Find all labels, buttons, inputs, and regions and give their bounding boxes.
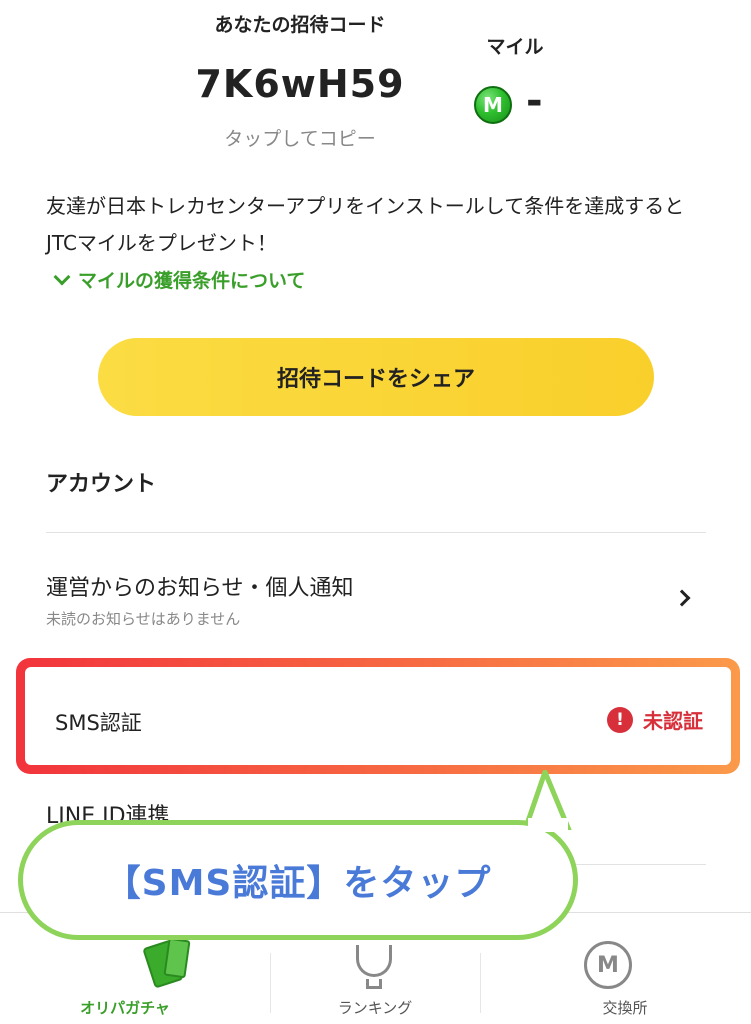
- divider: [46, 532, 706, 533]
- chevron-right-icon[interactable]: [673, 589, 691, 607]
- alert-icon: !: [607, 706, 633, 733]
- share-invite-code-button[interactable]: 招待コードをシェア: [98, 338, 654, 416]
- account-heading: アカウント: [46, 472, 157, 497]
- nav-label: ランキング: [337, 999, 413, 1017]
- invite-description: 友達が日本トレカセンターアプリをインストールして条件を達成するとJTCマイルをプ…: [46, 194, 685, 255]
- mile-value: -: [526, 78, 543, 124]
- mile-coin-icon: M: [474, 86, 512, 124]
- mile-label: マイル: [486, 36, 544, 58]
- invite-code-label: あなたの招待コード: [214, 14, 386, 36]
- trophy-base: [366, 979, 382, 989]
- mile-conditions-toggle[interactable]: マイルの獲得条件について: [53, 266, 306, 293]
- callout-text: 【SMS認証】をタップ: [104, 863, 492, 904]
- nav-label: オリパガチャ: [80, 999, 170, 1017]
- chevron-down-icon: [53, 268, 71, 285]
- mile-conditions-label: マイルの獲得条件について: [78, 270, 306, 292]
- copy-hint[interactable]: タップしてコピー: [150, 124, 450, 151]
- callout-tail-mask: [528, 818, 568, 832]
- sms-status-badge: ! 未認証: [607, 705, 703, 734]
- sms-verification-label: SMS認証: [55, 711, 142, 735]
- invite-code[interactable]: 7K6wH59: [150, 62, 450, 106]
- sms-status-text: 未認証: [643, 709, 703, 733]
- sms-verification-item[interactable]: SMS認証 ! 未認証: [25, 667, 731, 765]
- sms-highlight-frame: SMS認証 ! 未認証: [16, 658, 740, 774]
- card-pack-icon: [163, 937, 191, 979]
- instruction-callout: 【SMS認証】をタップ: [18, 820, 578, 940]
- exchange-icon: M: [584, 941, 632, 989]
- notice-item-subtitle: 未読のお知らせはありません: [46, 610, 241, 628]
- trophy-icon: [356, 945, 392, 977]
- notice-item-title[interactable]: 運営からのお知らせ・個人通知: [46, 570, 354, 602]
- nav-label: 交換所: [602, 999, 648, 1017]
- nav-separator: [480, 953, 481, 1013]
